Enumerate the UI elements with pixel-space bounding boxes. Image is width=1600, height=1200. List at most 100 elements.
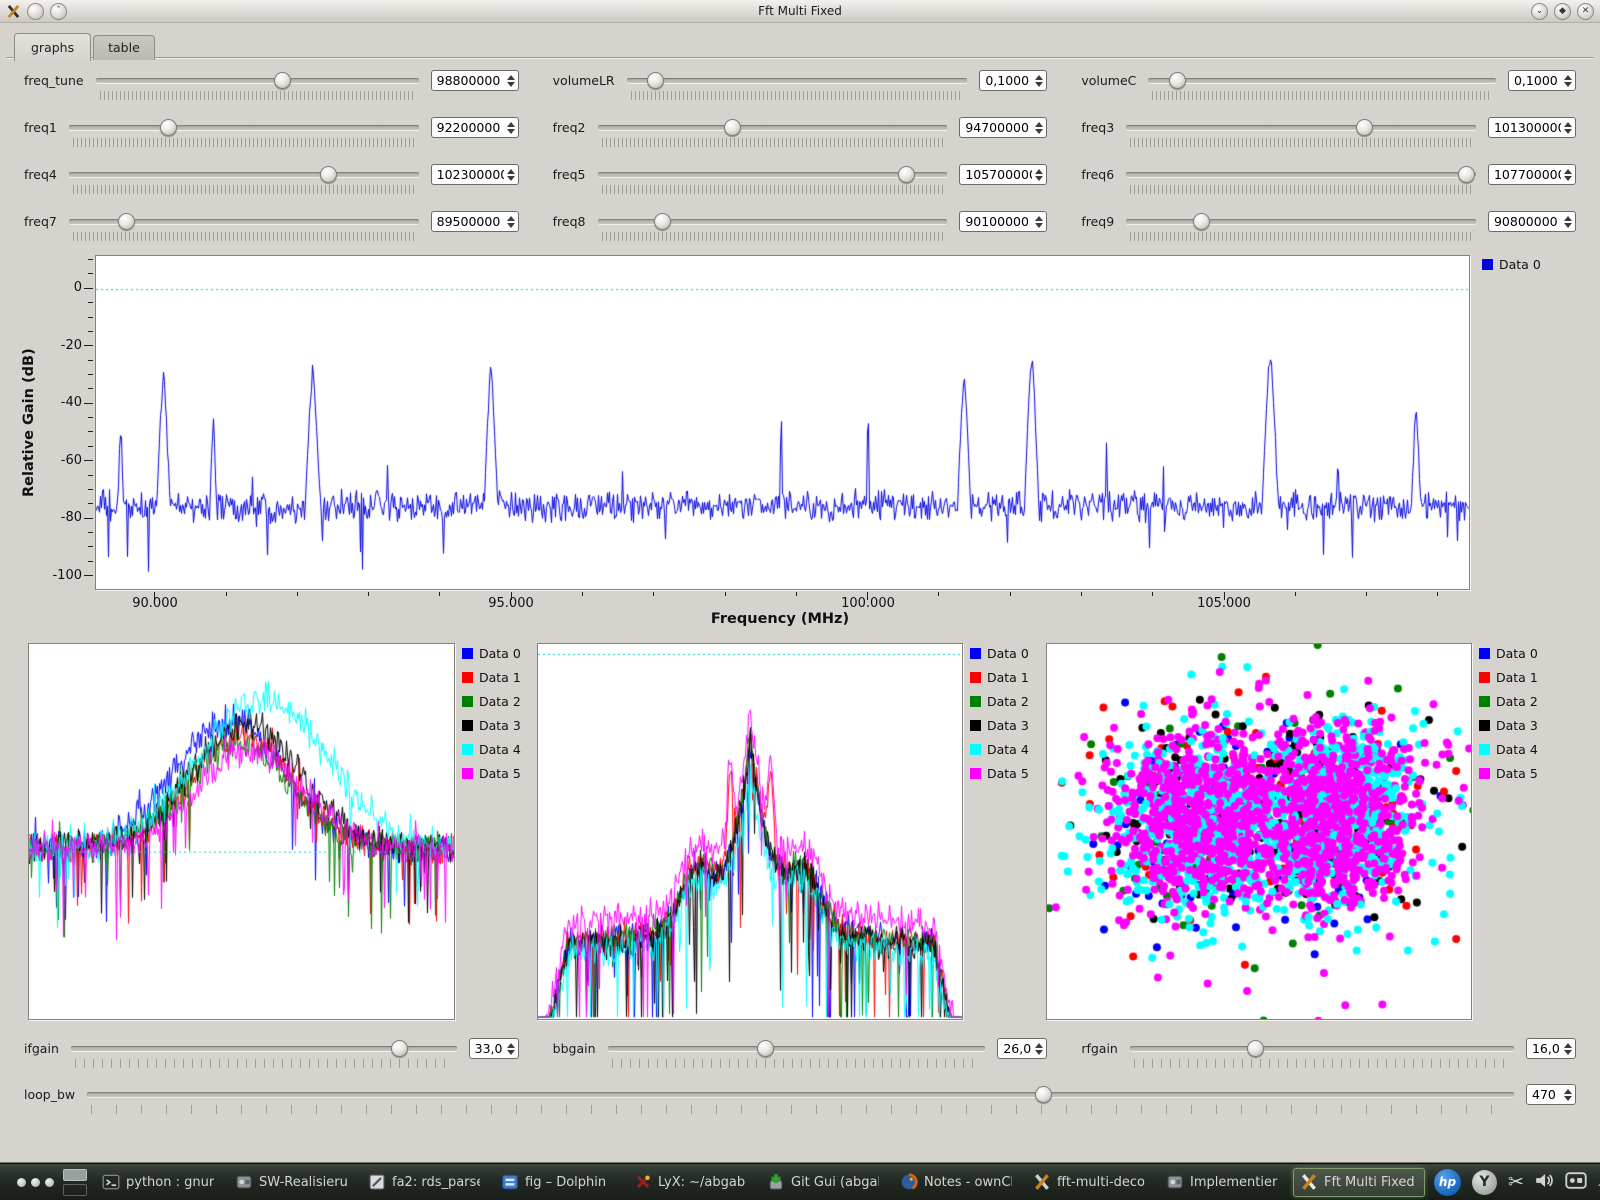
freq7-slider[interactable] <box>67 211 421 242</box>
spin-arrows-icon[interactable] <box>504 1043 515 1055</box>
freq5-spinbox[interactable]: 105700000 <box>959 164 1047 185</box>
titlebar[interactable]: Fft Multi Fixed ˆ ⌄ ◆ ✕ <box>0 0 1600 23</box>
spin-arrows-icon[interactable] <box>1561 1043 1572 1055</box>
slider-handle[interactable] <box>118 213 135 230</box>
desktop-2-cell[interactable] <box>63 1184 87 1196</box>
task-python[interactable]: python : gnur <box>96 1169 220 1196</box>
volumeLR-slider[interactable] <box>625 70 970 101</box>
legend-label: Data 0 <box>987 646 1029 661</box>
freq9-slider[interactable] <box>1124 211 1478 242</box>
tab-table[interactable]: table <box>93 35 155 60</box>
y-tray-icon[interactable]: Y <box>1472 1170 1497 1195</box>
spin-arrows-icon[interactable] <box>504 169 515 181</box>
minimize-button[interactable]: ⌄ <box>1531 3 1548 20</box>
legend-entry: Data 4 <box>1479 742 1538 757</box>
spin-arrows-icon[interactable] <box>1561 75 1572 87</box>
spin-arrows-icon[interactable] <box>1032 216 1043 228</box>
app-window: Fft Multi Fixed ˆ ⌄ ◆ ✕ graphs table <box>0 0 1600 1163</box>
tab-graphs[interactable]: graphs <box>14 33 91 61</box>
slider-handle[interactable] <box>1458 166 1475 183</box>
spin-arrows-icon[interactable] <box>1561 122 1572 134</box>
slider-handle[interactable] <box>1169 72 1186 89</box>
task-notes-firefox[interactable]: Notes - ownCl <box>894 1169 1018 1196</box>
task-dolphin[interactable]: fig – Dolphin <box>495 1169 619 1196</box>
slider-handle[interactable] <box>654 213 671 230</box>
volumeC-slider[interactable] <box>1146 70 1498 101</box>
freq6-slider[interactable] <box>1124 164 1478 195</box>
slider-handle[interactable] <box>724 119 741 136</box>
slider-handle[interactable] <box>757 1040 774 1057</box>
freq-tune-slider[interactable] <box>94 70 421 101</box>
task-implementierung[interactable]: Implementieru <box>1160 1169 1284 1196</box>
freq-tune-spinbox[interactable]: 98800000 <box>431 70 519 91</box>
slider-handle[interactable] <box>160 119 177 136</box>
loop-bw-slider[interactable] <box>85 1084 1516 1115</box>
tablet-device-icon[interactable] <box>1565 1172 1587 1193</box>
task-sw-realisierung[interactable]: SW-Realisierun <box>229 1169 353 1196</box>
slider-row-freq1: freq1 92200000 <box>24 117 519 148</box>
spin-arrows-icon[interactable] <box>1561 216 1572 228</box>
spin-arrows-icon[interactable] <box>504 122 515 134</box>
legend-label: Data 0 <box>1496 646 1538 661</box>
freq5-slider[interactable] <box>596 164 950 195</box>
rfgain-spinbox[interactable]: 16,0 <box>1526 1038 1576 1059</box>
freq4-slider[interactable] <box>67 164 421 195</box>
slider-handle[interactable] <box>1356 119 1373 136</box>
spin-arrows-icon[interactable] <box>1032 169 1043 181</box>
launcher-dots[interactable] <box>17 1178 54 1187</box>
spin-value: 107700000 <box>1494 167 1561 182</box>
volume-speaker-icon[interactable] <box>1535 1171 1554 1194</box>
slider-handle[interactable] <box>1247 1040 1264 1057</box>
freq2-spinbox[interactable]: 94700000 <box>959 117 1047 138</box>
slider-handle[interactable] <box>391 1040 408 1057</box>
ifgain-spinbox[interactable]: 33,0 <box>469 1038 519 1059</box>
volumeC-spinbox[interactable]: 0,1000 <box>1508 70 1576 91</box>
task-fft-multi-fixed-active[interactable]: Fft Multi Fixed <box>1293 1168 1425 1197</box>
task-fa2-editor[interactable]: fa2: rds_parse <box>362 1169 486 1196</box>
legend-label: Data 5 <box>479 766 521 781</box>
freq8-spinbox[interactable]: 90100000 <box>959 211 1047 232</box>
bbgain-spinbox[interactable]: 26,0 <box>997 1038 1047 1059</box>
volumeLR-spinbox[interactable]: 0,1000 <box>979 70 1047 91</box>
rfgain-slider[interactable] <box>1128 1038 1516 1069</box>
task-git-gui[interactable]: Git Gui (abgab <box>761 1169 885 1196</box>
slider-groove <box>1126 219 1476 224</box>
bbgain-slider[interactable] <box>606 1038 988 1069</box>
spin-arrows-icon[interactable] <box>1032 122 1043 134</box>
freq8-label: freq8 <box>553 211 586 232</box>
task-lyx[interactable]: LyX: ~/abgabe <box>628 1169 752 1196</box>
spin-arrows-icon[interactable] <box>1561 1089 1572 1101</box>
freq4-spinbox[interactable]: 102300000 <box>431 164 519 185</box>
freq3-slider[interactable] <box>1124 117 1478 148</box>
spin-arrows-icon[interactable] <box>504 216 515 228</box>
freq8-slider[interactable] <box>596 211 950 242</box>
spin-arrows-icon[interactable] <box>504 75 515 87</box>
hp-tray-icon[interactable]: hp <box>1434 1169 1461 1196</box>
slider-handle[interactable] <box>320 166 337 183</box>
slider-handle[interactable] <box>1193 213 1210 230</box>
task-label: fft-multi-deco <box>1057 1175 1145 1190</box>
maximize-button[interactable]: ◆ <box>1554 3 1571 20</box>
slider-handle[interactable] <box>1035 1086 1052 1103</box>
freq1-slider[interactable] <box>67 117 421 148</box>
freq6-spinbox[interactable]: 107700000 <box>1488 164 1576 185</box>
virtual-desktop-pager[interactable] <box>63 1169 87 1196</box>
slider-handle[interactable] <box>898 166 915 183</box>
spin-arrows-icon[interactable] <box>1032 75 1043 87</box>
loop-bw-spinbox[interactable]: 470 <box>1526 1084 1576 1105</box>
audio-fft-plot <box>537 643 963 1020</box>
spin-arrows-icon[interactable] <box>1561 169 1572 181</box>
slider-handle[interactable] <box>274 72 291 89</box>
close-button[interactable]: ✕ <box>1577 3 1594 20</box>
task-fft-multi-decoder[interactable]: fft-multi-deco <box>1027 1169 1151 1196</box>
freq2-slider[interactable] <box>596 117 950 148</box>
freq1-spinbox[interactable]: 92200000 <box>431 117 519 138</box>
freq7-spinbox[interactable]: 89500000 <box>431 211 519 232</box>
freq9-spinbox[interactable]: 90800000 <box>1488 211 1576 232</box>
slider-handle[interactable] <box>647 72 664 89</box>
desktop-1-cell[interactable] <box>63 1169 87 1181</box>
spin-arrows-icon[interactable] <box>1032 1043 1043 1055</box>
freq3-spinbox[interactable]: 101300000 <box>1488 117 1576 138</box>
klipper-scissors-icon[interactable]: ✂ <box>1508 1173 1524 1192</box>
ifgain-slider[interactable] <box>69 1038 459 1069</box>
